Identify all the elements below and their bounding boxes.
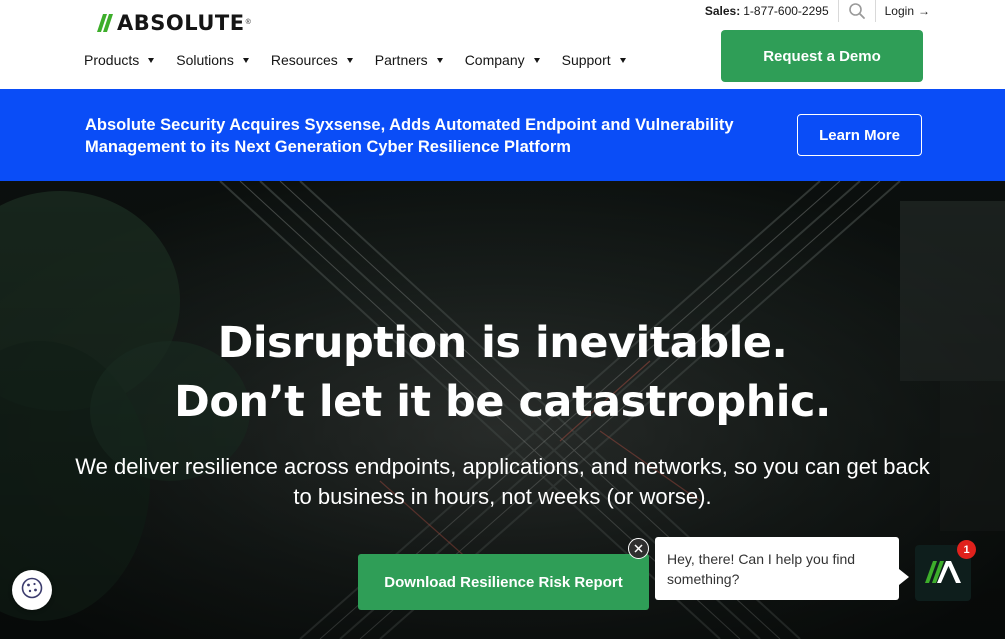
divider: [874, 0, 876, 22]
caret-down-icon: [619, 57, 626, 63]
hero-subtitle: We deliver resilience across endpoints, …: [0, 452, 1005, 512]
nav-item-products[interactable]: Products: [84, 52, 155, 68]
brand-name: ABSOLUTE: [117, 11, 245, 35]
caret-down-icon: [533, 57, 540, 63]
announcement-banner: Absolute Security Acquires Syxsense, Add…: [0, 89, 1005, 181]
nav-item-partners[interactable]: Partners: [375, 52, 443, 68]
cookie-icon: [20, 576, 44, 605]
main-nav: Products Solutions Resources Partners Co…: [84, 50, 648, 70]
absolute-logo-icon: [924, 558, 962, 589]
announcement-line-2: Management to its Next Generation Cyber …: [85, 138, 571, 156]
nav-item-company[interactable]: Company: [465, 52, 540, 68]
notification-badge: 1: [957, 540, 976, 559]
hero-title-line-1: Disruption is inevitable.: [217, 318, 788, 368]
chat-bubble-tail: [899, 569, 909, 585]
caret-down-icon: [436, 57, 443, 63]
announcement-line-1: Absolute Security Acquires Syxsense, Add…: [85, 116, 734, 134]
nav-item-solutions[interactable]: Solutions: [176, 52, 249, 68]
caret-down-icon: [242, 57, 249, 63]
absolute-slash-logo-icon: [97, 13, 115, 33]
nav-item-support[interactable]: Support: [562, 52, 626, 68]
chat-message-bubble[interactable]: Hey, there! Can I help you find somethin…: [655, 537, 899, 600]
nav-item-label: Company: [464, 52, 525, 68]
request-demo-button[interactable]: Request a Demo: [721, 30, 923, 82]
utility-bar: Sales: 1-877-600-2295 Login →: [705, 0, 930, 22]
nav-item-label: Partners: [374, 52, 428, 68]
arrow-right-icon: →: [918, 4, 930, 18]
caret-down-icon: [346, 57, 353, 63]
hero-subtitle-line-1: We deliver resilience across endpoints, …: [75, 454, 930, 479]
nav-item-label: Solutions: [176, 52, 234, 68]
nav-item-label: Products: [84, 52, 140, 68]
hero-title: Disruption is inevitable. Don’t let it b…: [0, 314, 1005, 432]
site-header: ABSOLUTE ® Sales: 1-877-600-2295 Login →…: [0, 0, 1005, 89]
absolute-logo[interactable]: ABSOLUTE ®: [97, 11, 251, 35]
divider: [837, 0, 839, 22]
nav-item-label: Resources: [270, 52, 338, 68]
announcement-text: Absolute Security Acquires Syxsense, Add…: [85, 114, 785, 158]
caret-down-icon: [148, 57, 155, 63]
hero-subtitle-line-2: to business in hours, not weeks (or wors…: [293, 484, 712, 509]
login-label: Login: [884, 4, 914, 18]
registered-mark: ®: [245, 19, 251, 26]
chat-close-button[interactable]: [628, 538, 649, 559]
nav-item-resources[interactable]: Resources: [271, 52, 353, 68]
cookie-settings-button[interactable]: [12, 570, 52, 610]
hero-title-line-2: Don’t let it be catastrophic.: [174, 377, 831, 427]
sales-label: Sales:: [704, 4, 741, 18]
learn-more-button[interactable]: Learn More: [797, 114, 922, 156]
close-icon: [634, 540, 643, 558]
download-report-button[interactable]: Download Resilience Risk Report: [358, 554, 649, 610]
sales-phone-link[interactable]: 1-877-600-2295: [743, 4, 828, 18]
login-link[interactable]: Login →: [885, 4, 930, 18]
nav-item-label: Support: [561, 52, 611, 68]
search-icon[interactable]: [848, 2, 866, 20]
